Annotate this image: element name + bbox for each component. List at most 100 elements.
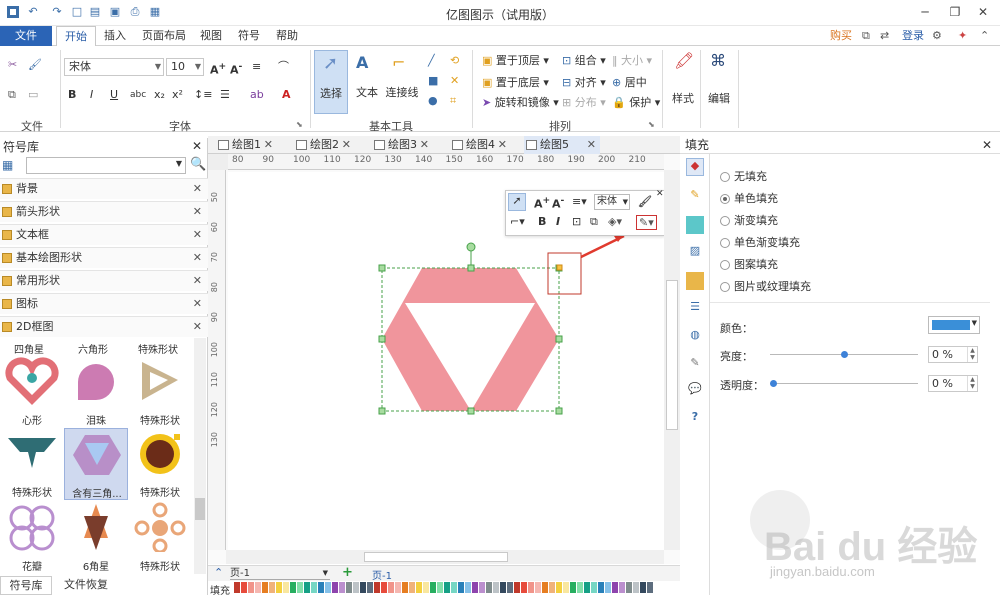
rectangle-tool-icon[interactable]: ■ bbox=[428, 74, 438, 88]
font-name-select[interactable]: 宋体 ▼ bbox=[64, 58, 164, 76]
palette-swatch[interactable] bbox=[318, 582, 324, 593]
palette-swatch[interactable] bbox=[528, 582, 534, 593]
control-point-handle[interactable] bbox=[556, 264, 563, 271]
transparency-slider[interactable] bbox=[770, 383, 918, 384]
resize-handle[interactable] bbox=[378, 264, 386, 272]
grow-font-icon[interactable]: A+ bbox=[534, 195, 550, 211]
superscript-icon[interactable]: x² bbox=[172, 88, 183, 102]
close-icon[interactable]: ✕ bbox=[420, 136, 429, 154]
theme-icon[interactable]: ✦ bbox=[958, 26, 967, 46]
palette-swatch[interactable] bbox=[549, 582, 555, 593]
text-tool-button[interactable]: A 文本 bbox=[352, 50, 382, 114]
palette-swatch[interactable] bbox=[416, 582, 422, 593]
cross-tool-icon[interactable]: ✕ bbox=[450, 74, 459, 88]
grow-font-icon[interactable]: A+ bbox=[210, 60, 226, 78]
palette-swatch[interactable] bbox=[535, 582, 541, 593]
font-size-select[interactable]: 10 ▼ bbox=[166, 58, 204, 76]
layers-icon[interactable]: ☰ bbox=[686, 300, 704, 318]
cut-icon[interactable]: ✂ bbox=[8, 58, 17, 72]
palette-swatch[interactable] bbox=[591, 582, 597, 593]
palette-swatch[interactable] bbox=[647, 582, 653, 593]
tab-drawing-2[interactable]: 绘图2 ✕ bbox=[294, 136, 351, 154]
palette-swatches[interactable] bbox=[234, 582, 654, 594]
palette-swatch[interactable] bbox=[248, 582, 254, 593]
fill-icon[interactable]: ◆ bbox=[686, 158, 704, 176]
palette-swatch[interactable] bbox=[640, 582, 646, 593]
scroll-thumb[interactable] bbox=[364, 552, 508, 562]
buy-link[interactable]: 购买 bbox=[830, 26, 852, 46]
palette-swatch[interactable] bbox=[241, 582, 247, 593]
shape-heart[interactable]: 心形 bbox=[0, 356, 64, 428]
protect-button[interactable]: 🔒 保护 ▾ bbox=[612, 96, 660, 110]
library-icon[interactable]: ▦ bbox=[2, 158, 22, 174]
palette-swatch[interactable] bbox=[297, 582, 303, 593]
line-icon[interactable]: ✎ bbox=[686, 188, 704, 206]
palette-swatch[interactable] bbox=[402, 582, 408, 593]
resize-handle[interactable] bbox=[467, 407, 475, 415]
palette-swatch[interactable] bbox=[339, 582, 345, 593]
align-icon[interactable]: ≡▾ bbox=[572, 195, 587, 208]
palette-swatch[interactable] bbox=[570, 582, 576, 593]
crop-tool-icon[interactable]: ⌗ bbox=[450, 94, 456, 108]
comment-icon[interactable]: 💬 bbox=[686, 382, 704, 400]
vertical-scrollbar[interactable] bbox=[664, 170, 680, 550]
close-icon[interactable]: ✕ bbox=[193, 225, 202, 245]
palette-swatch[interactable] bbox=[598, 582, 604, 593]
category-text-box[interactable]: 文本框 ✕ bbox=[0, 224, 208, 245]
palette-swatch[interactable] bbox=[269, 582, 275, 593]
rotate-handle[interactable] bbox=[466, 242, 476, 252]
page-icon[interactable] bbox=[686, 272, 704, 290]
image-icon[interactable]: ▨ bbox=[686, 244, 704, 262]
transparency-slider-knob[interactable] bbox=[770, 380, 777, 387]
font-dialog-icon[interactable]: ⬊ bbox=[296, 118, 303, 132]
line-color-icon[interactable]: ✎▾ bbox=[636, 215, 657, 230]
palette-swatch[interactable] bbox=[486, 582, 492, 593]
bold-icon[interactable]: B bbox=[68, 88, 76, 102]
close-icon[interactable]: ✕ bbox=[498, 136, 507, 154]
palette-swatch[interactable] bbox=[346, 582, 352, 593]
menu-page-layout[interactable]: 页面布局 bbox=[142, 26, 186, 46]
copy-icon[interactable]: ⧉ bbox=[8, 88, 16, 102]
shape-teardrop[interactable]: 泪珠 bbox=[64, 356, 128, 428]
palette-swatch[interactable] bbox=[395, 582, 401, 593]
palette-swatch[interactable] bbox=[458, 582, 464, 593]
close-panel-icon[interactable]: ✕ bbox=[982, 136, 992, 154]
palette-swatch[interactable] bbox=[353, 582, 359, 593]
italic-icon[interactable]: I bbox=[90, 88, 93, 102]
bullets-icon[interactable]: ☰ bbox=[220, 88, 230, 102]
palette-swatch[interactable] bbox=[437, 582, 443, 593]
close-icon[interactable]: ✕ bbox=[264, 136, 273, 154]
palette-swatch[interactable] bbox=[276, 582, 282, 593]
group-button[interactable]: ⊡ 组合 ▾ bbox=[562, 54, 606, 68]
resize-handle[interactable] bbox=[378, 335, 386, 343]
minimize-button[interactable]: ─ bbox=[912, 3, 938, 21]
ribbon-collapse-icon[interactable]: ⌃ bbox=[980, 26, 989, 46]
font-color-icon[interactable]: A bbox=[282, 88, 291, 102]
fill-option-solid-gradient[interactable]: 单色渐变填充 bbox=[720, 236, 800, 250]
close-icon[interactable]: ✕ bbox=[587, 136, 596, 154]
bring-to-top-button[interactable]: ▣ 置于顶层 ▾ bbox=[482, 54, 549, 68]
palette-swatch[interactable] bbox=[304, 582, 310, 593]
line-spacing-icon[interactable]: ↕≡ bbox=[194, 88, 212, 102]
palette-swatch[interactable] bbox=[409, 582, 415, 593]
settings-icon[interactable]: ⚙ bbox=[932, 26, 942, 46]
add-page-icon[interactable]: + bbox=[342, 565, 353, 580]
connector-icon[interactable]: ⌐▾ bbox=[510, 215, 525, 228]
palette-swatch[interactable] bbox=[605, 582, 611, 593]
palette-swatch[interactable] bbox=[430, 582, 436, 593]
palette-swatch[interactable] bbox=[444, 582, 450, 593]
line-tool-icon[interactable]: ╱ bbox=[428, 54, 435, 68]
resize-handle[interactable] bbox=[378, 407, 386, 415]
underline-icon[interactable]: U bbox=[110, 88, 118, 102]
category-basic-drawing[interactable]: 基本绘图形状 ✕ bbox=[0, 247, 208, 268]
fill-option-pattern[interactable]: 图案填充 bbox=[720, 258, 778, 272]
resize-handle[interactable] bbox=[555, 407, 563, 415]
palette-swatch[interactable] bbox=[465, 582, 471, 593]
horizontal-scrollbar[interactable] bbox=[226, 550, 664, 564]
palette-swatch[interactable] bbox=[360, 582, 366, 593]
spinner-icon[interactable]: ▲ ▼ bbox=[967, 347, 977, 362]
transparency-input[interactable]: 0 % ▲ ▼ bbox=[928, 375, 978, 392]
palette-swatch[interactable] bbox=[563, 582, 569, 593]
select-tool-button[interactable]: ➚ 选择 bbox=[314, 50, 348, 114]
close-icon[interactable]: ✕ bbox=[193, 317, 202, 337]
